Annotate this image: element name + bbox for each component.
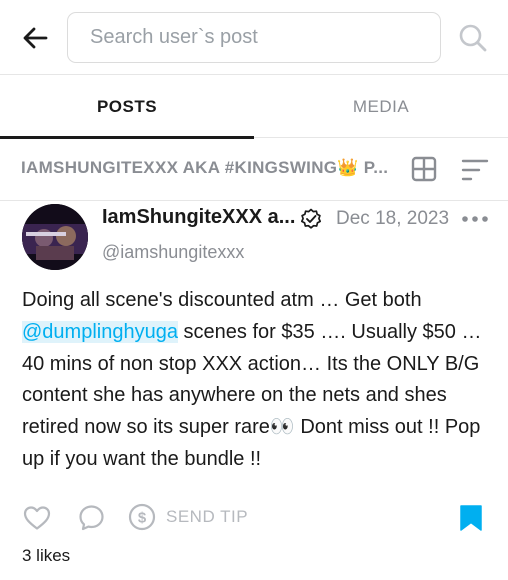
search-icon[interactable] [457, 22, 489, 54]
post-text-start: Doing all scene's discounted atm … Get b… [22, 289, 422, 311]
bookmark-icon[interactable] [459, 504, 483, 532]
svg-text:$: $ [138, 510, 147, 527]
feed-filter-bar: IAMSHUNGITEXXX AKA #KINGSWING👑 P... [0, 138, 508, 201]
send-tip-button[interactable]: $ SEND TIP [128, 501, 248, 533]
grid-view-icon[interactable] [411, 156, 437, 182]
tab-media[interactable]: MEDIA [254, 75, 508, 138]
profile-tabs: POSTS MEDIA [0, 74, 508, 139]
search-box[interactable] [67, 12, 441, 63]
tab-posts[interactable]: POSTS [0, 75, 254, 139]
top-bar [0, 0, 508, 74]
verified-badge-icon [300, 208, 322, 229]
more-options-icon[interactable] [460, 212, 490, 226]
comment-icon[interactable] [78, 504, 105, 531]
dollar-coin-icon: $ [128, 503, 156, 531]
avatar[interactable] [22, 204, 88, 270]
post-text: Doing all scene's discounted atm … Get b… [22, 285, 492, 476]
post-date: Dec 18, 2023 [336, 208, 450, 229]
author-handle[interactable]: @iamshungitexxx [102, 242, 244, 263]
send-tip-label: SEND TIP [166, 507, 249, 526]
post-text-rest: scenes for $35 …. Usually $50 … 40 mins … [22, 320, 482, 470]
avatar-image [22, 204, 88, 270]
feed-title: IAMSHUNGITEXXX AKA #KINGSWING👑 P... [21, 158, 389, 177]
heart-icon[interactable] [23, 505, 51, 531]
author-name[interactable]: IamShungiteXXX a... [102, 206, 295, 229]
search-input[interactable] [90, 26, 440, 49]
post-actions: $ SEND TIP [0, 497, 508, 537]
sort-icon[interactable] [461, 157, 489, 183]
arrow-left-icon[interactable] [20, 22, 52, 54]
likes-count[interactable]: 3 likes [22, 546, 70, 566]
mention-link[interactable]: @dumplinghyuga [22, 320, 178, 343]
